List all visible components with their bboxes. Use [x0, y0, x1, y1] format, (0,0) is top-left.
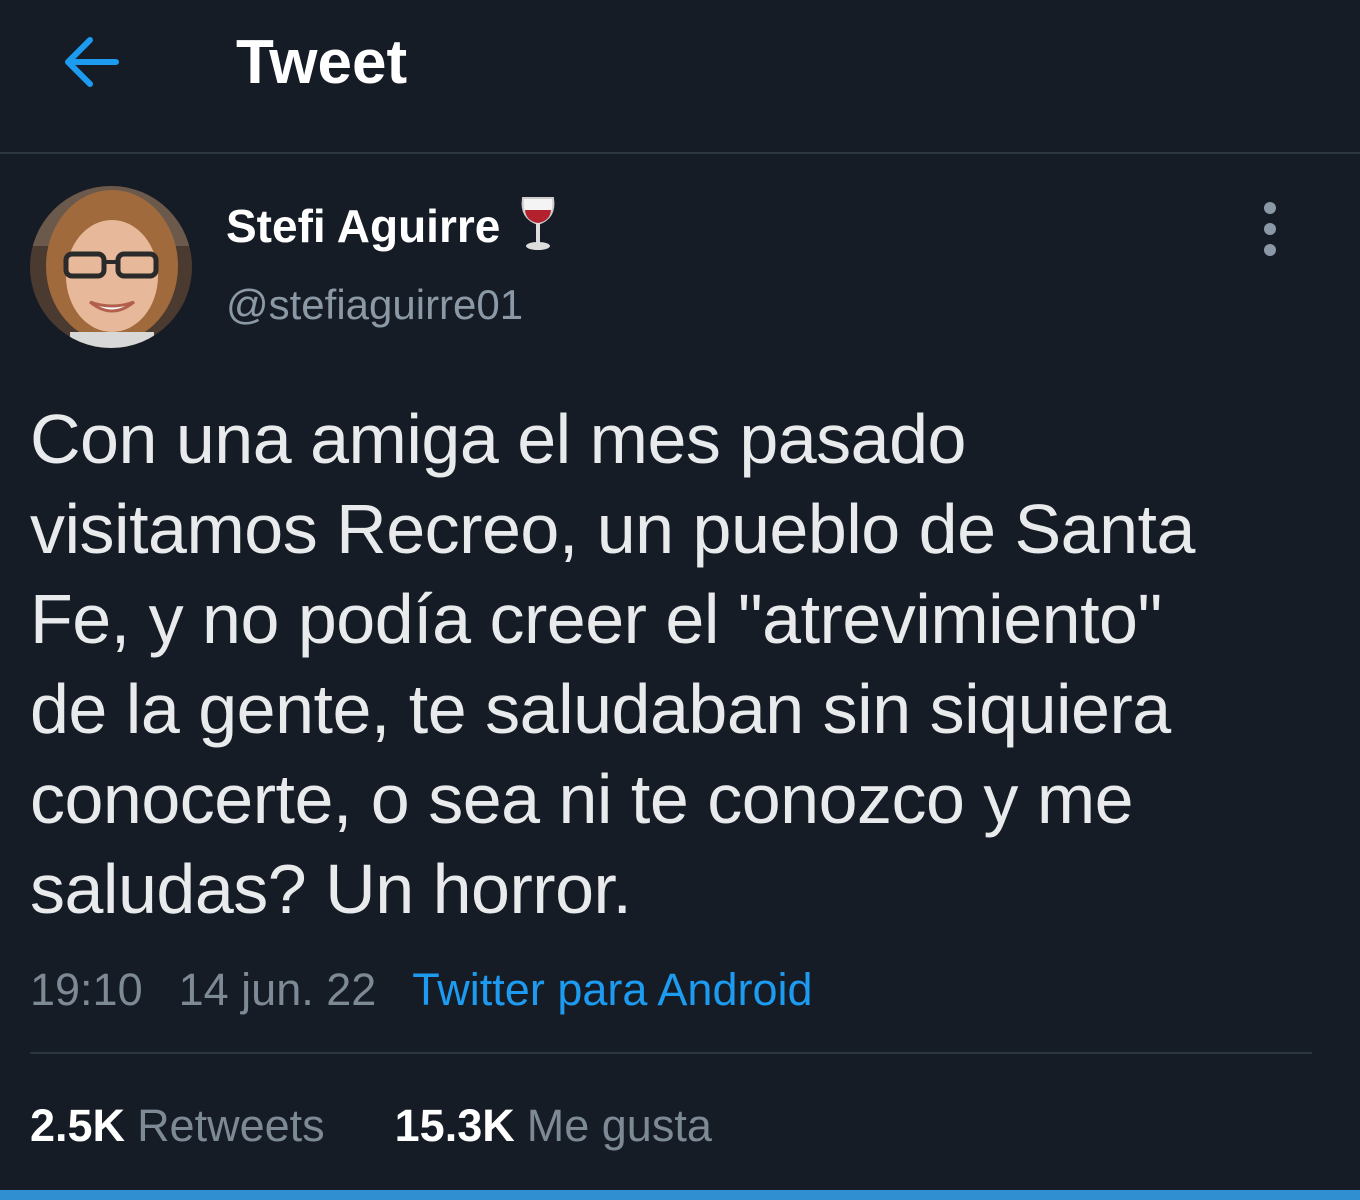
tweet-text-line: conocerte, o sea ni te conozco y me	[30, 760, 1134, 838]
tweet-text-line: Fe, y no podía creer el "atrevimiento"	[30, 580, 1162, 658]
back-button[interactable]	[52, 24, 128, 100]
more-options-button[interactable]	[1240, 196, 1300, 262]
arrow-left-icon	[65, 37, 119, 87]
tweet-date: 14 jun. 22	[178, 964, 377, 1015]
tweet-text-line: de la gente, te saludaban sin siquiera	[30, 670, 1171, 748]
engagement-stats: 2.5K Retweets 15.3K Me gusta	[30, 1098, 712, 1154]
tweet-time: 19:10	[30, 964, 143, 1015]
more-vertical-icon	[1264, 202, 1276, 256]
tweet-metadata: 19:10 14 jun. 22 Twitter para Android	[30, 962, 813, 1018]
tweet-detail-screen: Tweet Stefi Aguirre @stefiaguirre01 Con …	[0, 0, 1360, 1200]
tweet-text-line: visitamos Recreo, un pueblo de Santa	[30, 490, 1195, 568]
tweet-text: Con una amiga el mes pasado visitamos Re…	[30, 394, 1330, 934]
wine-glass-icon	[518, 194, 558, 257]
page-title: Tweet	[236, 28, 408, 97]
divider	[30, 1052, 1312, 1054]
avatar[interactable]	[30, 186, 192, 348]
tweet-source-link[interactable]: Twitter para Android	[412, 962, 812, 1018]
likes-label: Me gusta	[526, 1100, 712, 1151]
retweets-label: Retweets	[137, 1100, 325, 1151]
display-name[interactable]: Stefi Aguirre	[226, 199, 500, 253]
likes-stat[interactable]: 15.3K Me gusta	[395, 1098, 712, 1154]
top-app-bar: Tweet	[0, 0, 1360, 154]
tweet-text-line: saludas? Un horror.	[30, 850, 632, 928]
avatar-image	[30, 186, 192, 348]
bottom-edge-strip	[0, 1190, 1360, 1200]
retweets-count: 2.5K	[30, 1100, 126, 1151]
retweets-stat[interactable]: 2.5K Retweets	[30, 1098, 325, 1154]
display-name-row: Stefi Aguirre	[226, 194, 558, 257]
likes-count: 15.3K	[394, 1100, 515, 1151]
tweet-text-line: Con una amiga el mes pasado	[30, 400, 966, 478]
user-handle[interactable]: @stefiaguirre01	[226, 280, 523, 330]
